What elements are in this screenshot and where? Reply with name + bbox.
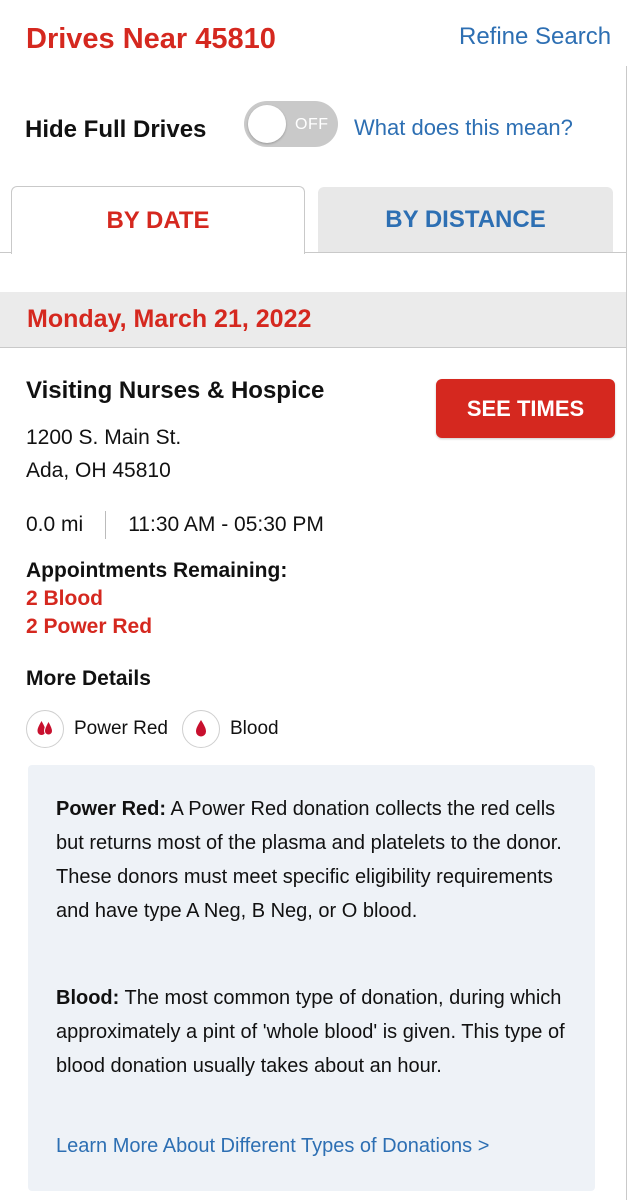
donation-types: Power Red Blood [26, 710, 293, 748]
panel-edge [626, 66, 627, 1200]
donation-info-box: Power Red: A Power Red donation collects… [28, 765, 595, 1191]
drive-name: Visiting Nurses & Hospice [26, 377, 325, 404]
power-red-type-label: Power Red [74, 718, 168, 739]
blood-type-label: Blood [230, 718, 279, 739]
sort-tabs: BY DATE BY DISTANCE [0, 186, 626, 254]
learn-more-link[interactable]: Learn More About Different Types of Dona… [56, 1135, 489, 1158]
blood-drop-icon [182, 710, 220, 748]
tab-by-date[interactable]: BY DATE [11, 186, 305, 254]
appointment-blood: 2 Blood [26, 587, 103, 610]
power-red-description: Power Red: A Power Red donation collects… [56, 792, 576, 928]
blood-description: Blood: The most common type of donation,… [56, 981, 576, 1083]
appointments-label: Appointments Remaining: [26, 559, 288, 582]
meta-divider [105, 511, 107, 539]
more-details-label: More Details [26, 667, 151, 690]
what-does-this-mean-link[interactable]: What does this mean? [354, 115, 573, 141]
tab-by-distance[interactable]: BY DISTANCE [318, 187, 613, 252]
power-red-drops-icon [26, 710, 64, 748]
distance: 0.0 mi [26, 513, 84, 536]
appointment-power-red: 2 Power Red [26, 615, 153, 638]
blood-text: The most common type of donation, during… [56, 987, 565, 1077]
page-title: Drives Near 45810 [26, 23, 276, 55]
toggle-state-label: OFF [295, 116, 329, 133]
drive-meta: 0.0 mi 11:30 AM - 05:30 PM [26, 511, 324, 539]
see-times-button[interactable]: SEE TIMES [436, 379, 615, 438]
date-header-bar: Monday, March 21, 2022 [0, 292, 626, 348]
power-red-term: Power Red: [56, 798, 167, 820]
address-line-1: 1200 S. Main St. [26, 426, 182, 449]
refine-search-link[interactable]: Refine Search [459, 23, 611, 51]
blood-term: Blood: [56, 987, 120, 1009]
toggle-knob [248, 105, 286, 143]
hide-full-drives-toggle[interactable]: OFF [244, 101, 338, 147]
address-line-2: Ada, OH 45810 [26, 459, 171, 482]
page-header: Drives Near 45810 Refine Search [0, 0, 634, 68]
hide-full-drives-label: Hide Full Drives [25, 116, 207, 143]
hours: 11:30 AM - 05:30 PM [128, 513, 324, 536]
date-header: Monday, March 21, 2022 [27, 305, 312, 333]
filter-row: Hide Full Drives OFF What does this mean… [0, 100, 626, 160]
